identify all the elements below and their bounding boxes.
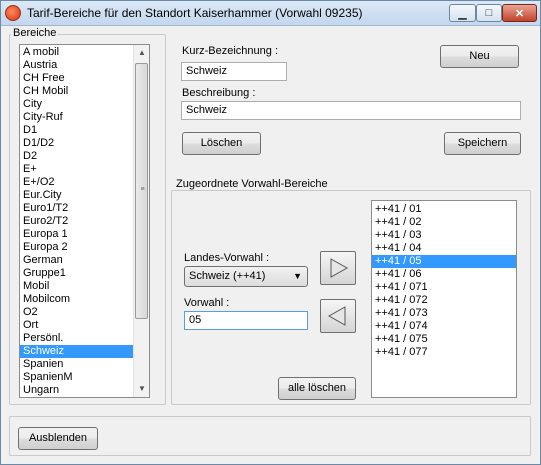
list-item[interactable]: ++41 / 04: [372, 242, 516, 255]
list-item[interactable]: E+/O2: [20, 176, 149, 189]
list-item[interactable]: SpanienM: [20, 371, 149, 384]
scroll-thumb[interactable]: ≡: [135, 63, 148, 319]
vorwahl-bereiche-group-label: Zugeordnete Vorwahl-Bereiche: [174, 178, 330, 190]
list-item[interactable]: D1/D2: [20, 137, 149, 150]
list-item[interactable]: Euro1/T2: [20, 202, 149, 215]
maximize-icon: □: [485, 7, 493, 19]
list-item[interactable]: ++41 / 072: [372, 294, 516, 307]
ausblenden-button[interactable]: Ausblenden: [18, 427, 98, 450]
vorwahl-label: Vorwahl :: [184, 297, 230, 309]
close-icon: ✕: [514, 7, 525, 20]
close-button[interactable]: ✕: [502, 4, 537, 22]
list-item[interactable]: ++41 / 02: [372, 216, 516, 229]
list-item[interactable]: D2: [20, 150, 149, 163]
list-item[interactable]: Europa 1: [20, 228, 149, 241]
window-title: Tarif-Bereiche für den Standort Kaiserha…: [27, 6, 363, 20]
list-item[interactable]: ++41 / 077: [372, 346, 516, 359]
remove-vorwahl-button[interactable]: [320, 299, 356, 333]
landes-vorwahl-select[interactable]: Schweiz (++41) ▼: [184, 266, 308, 287]
list-item[interactable]: ++41 / 06: [372, 268, 516, 281]
list-item[interactable]: Austria: [20, 59, 149, 72]
list-item[interactable]: Spanien: [20, 358, 149, 371]
beschreibung-input[interactable]: Schweiz: [181, 101, 521, 120]
list-item[interactable]: A mobil: [20, 46, 149, 59]
add-vorwahl-button[interactable]: [320, 251, 356, 285]
list-item[interactable]: ++41 / 074: [372, 320, 516, 333]
list-item[interactable]: ++41 / 075: [372, 333, 516, 346]
speichern-button[interactable]: Speichern: [444, 132, 521, 155]
list-item[interactable]: German: [20, 254, 149, 267]
kurz-bezeichnung-input[interactable]: Schweiz: [181, 62, 287, 81]
beschreibung-label: Beschreibung :: [182, 87, 256, 99]
list-item[interactable]: Schweiz: [20, 345, 149, 358]
list-item[interactable]: Persönl.: [20, 332, 149, 345]
scroll-grip-icon: ≡: [140, 186, 145, 193]
list-item[interactable]: E+: [20, 163, 149, 176]
list-item[interactable]: D1: [20, 124, 149, 137]
list-item[interactable]: CH Free: [20, 72, 149, 85]
loeschen-button[interactable]: Löschen: [182, 132, 261, 155]
list-item[interactable]: Ort: [20, 319, 149, 332]
scroll-up-icon[interactable]: ▲: [134, 45, 149, 61]
list-item[interactable]: O2: [20, 306, 149, 319]
landes-vorwahl-value: Schweiz (++41): [189, 270, 266, 282]
vorwahl-list[interactable]: ++41 / 01 ++41 / 02 ++41 / 03 ++41 / 04 ++41…: [371, 200, 517, 398]
scroll-down-icon[interactable]: ▼: [134, 381, 149, 397]
list-item[interactable]: ++41 / 073: [372, 307, 516, 320]
vorwahl-input[interactable]: 05: [184, 311, 308, 330]
list-item[interactable]: Europa 2: [20, 241, 149, 254]
maximize-button[interactable]: □: [476, 4, 502, 22]
list-item[interactable]: Eur.City: [20, 189, 149, 202]
list-item[interactable]: Ungarn: [20, 384, 149, 397]
bereiche-group-label: Bereiche: [11, 27, 59, 39]
neu-button[interactable]: Neu: [440, 45, 519, 68]
list-item[interactable]: Gruppe1: [20, 267, 149, 280]
bereiche-list[interactable]: A mobil Austria CH Free CH Mobil City City-Ru…: [19, 44, 150, 398]
app-icon: [5, 5, 21, 21]
arrow-left-icon: [327, 306, 346, 326]
list-item[interactable]: CH Mobil: [20, 85, 149, 98]
alle-loeschen-button[interactable]: alle löschen: [278, 377, 356, 400]
minimize-button[interactable]: ▁: [449, 4, 476, 22]
list-item[interactable]: City: [20, 98, 149, 111]
title-bar[interactable]: Tarif-Bereiche für den Standort Kaiserha…: [1, 1, 540, 26]
minimize-icon: ▁: [458, 7, 467, 20]
list-item[interactable]: City-Ruf: [20, 111, 149, 124]
main-window: Tarif-Bereiche für den Standort Kaiserha…: [0, 0, 541, 465]
list-item[interactable]: ++41 / 05: [372, 255, 516, 268]
kurz-bezeichnung-label: Kurz-Bezeichnung :: [182, 45, 278, 57]
landes-vorwahl-label: Landes-Vorwahl :: [184, 252, 269, 264]
list-item[interactable]: Mobilcom: [20, 293, 149, 306]
list-item[interactable]: Euro2/T2: [20, 215, 149, 228]
list-item[interactable]: ++41 / 03: [372, 229, 516, 242]
bereiche-scrollbar[interactable]: ▲ ≡ ▼: [133, 45, 149, 397]
chevron-down-icon: ▼: [293, 271, 302, 281]
list-item[interactable]: ++41 / 071: [372, 281, 516, 294]
list-item[interactable]: ++41 / 01: [372, 203, 516, 216]
arrow-right-icon: [330, 258, 349, 278]
list-item[interactable]: Mobil: [20, 280, 149, 293]
